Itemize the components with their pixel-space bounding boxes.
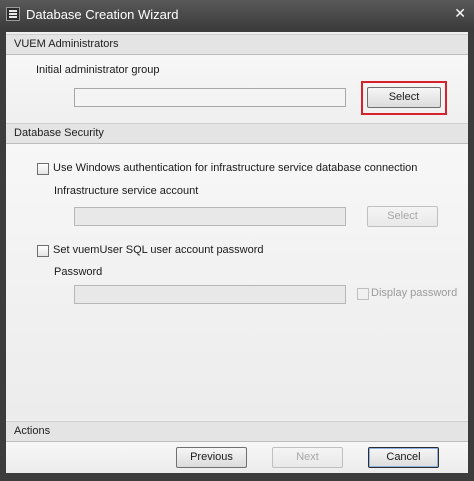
- close-icon[interactable]: ✕: [454, 5, 466, 22]
- admin-group-select-button[interactable]: Select: [367, 87, 441, 108]
- password-label: Password: [54, 266, 103, 278]
- app-icon: [6, 7, 20, 21]
- initial-admin-group-input[interactable]: [74, 88, 346, 107]
- section-header-database-security: Database Security: [6, 123, 468, 144]
- set-password-checkbox[interactable]: [37, 245, 49, 257]
- windows-auth-checkbox[interactable]: [37, 163, 49, 175]
- initial-admin-group-label: Initial administrator group: [36, 64, 160, 76]
- cancel-button[interactable]: Cancel: [368, 447, 439, 468]
- title-bar[interactable]: Database Creation Wizard ✕: [0, 0, 474, 30]
- windows-auth-label[interactable]: Use Windows authentication for infrastru…: [53, 162, 417, 174]
- service-account-input[interactable]: [74, 207, 346, 226]
- actions-panel: Previous Next Cancel: [6, 442, 468, 473]
- previous-button[interactable]: Previous: [176, 447, 247, 468]
- service-account-select-button[interactable]: Select: [367, 206, 438, 227]
- next-button[interactable]: Next: [272, 447, 343, 468]
- section-header-vuem-administrators: VUEM Administrators: [6, 34, 468, 55]
- wizard-window: Database Creation Wizard ✕ VUEM Administ…: [0, 0, 474, 481]
- service-account-label: Infrastructure service account: [54, 185, 199, 197]
- display-password-label[interactable]: Display password: [371, 287, 457, 299]
- wizard-body: VUEM Administrators Initial administrato…: [6, 32, 468, 473]
- set-password-label[interactable]: Set vuemUser SQL user account password: [53, 244, 264, 256]
- display-password-checkbox[interactable]: [357, 288, 369, 300]
- database-security-panel: Use Windows authentication for infrastru…: [6, 144, 468, 419]
- window-title: Database Creation Wizard: [26, 7, 179, 22]
- password-input[interactable]: [74, 285, 346, 304]
- section-header-actions: Actions: [6, 421, 468, 442]
